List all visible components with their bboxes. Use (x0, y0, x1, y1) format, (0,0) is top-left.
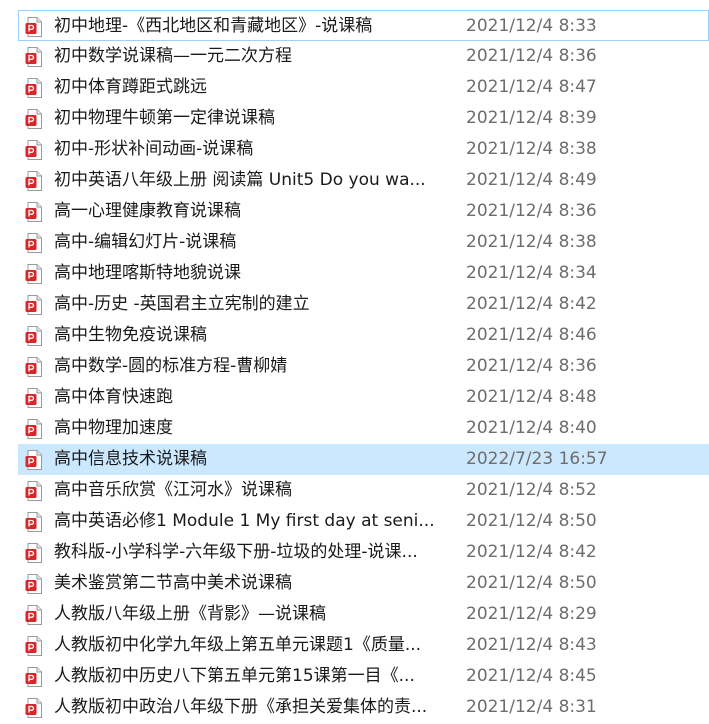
file-row[interactable]: 高中-历史 -英国君主立宪制的建立 2021/12/4 8:42 (0, 289, 709, 320)
file-name: 高中地理喀斯特地貌说课 (54, 263, 241, 283)
file-name: 高中-编辑幻灯片-说课稿 (54, 232, 237, 252)
file-name: 人教版八年级上册《背影》—说课稿 (54, 604, 326, 624)
file-name: 人教版初中历史八下第五单元第15课第一目《... (54, 666, 415, 686)
file-name: 高一心理健康教育说课稿 (54, 201, 241, 221)
file-date-modified: 2021/12/4 8:46 (466, 325, 597, 345)
pdf-icon (25, 109, 42, 129)
file-row[interactable]: 高中数学-圆的标准方程-曹柳婧 2021/12/4 8:36 (0, 351, 709, 382)
pdf-icon (25, 264, 42, 284)
file-row[interactable]: 初中-形状补间动画-说课稿 2021/12/4 8:38 (0, 134, 709, 165)
file-date-modified: 2021/12/4 8:50 (466, 573, 597, 593)
file-name: 初中体育蹲距式跳远 (54, 77, 207, 97)
file-date-modified: 2021/12/4 8:47 (466, 77, 597, 97)
pdf-icon (25, 450, 42, 470)
file-date-modified: 2021/12/4 8:39 (466, 108, 597, 128)
pdf-icon (25, 698, 42, 718)
pdf-icon (25, 512, 42, 532)
pdf-icon (25, 17, 42, 37)
file-name: 人教版初中政治八年级下册《承担关爱集体的责... (54, 697, 428, 717)
file-name: 高中-历史 -英国君主立宪制的建立 (54, 294, 310, 314)
pdf-icon (25, 667, 42, 687)
pdf-icon (25, 326, 42, 346)
file-row[interactable]: 初中体育蹲距式跳远 2021/12/4 8:47 (0, 72, 709, 103)
file-name: 高中信息技术说课稿 (54, 449, 207, 469)
pdf-icon (25, 357, 42, 377)
file-name: 初中物理牛顿第一定律说课稿 (54, 108, 275, 128)
file-row[interactable]: 人教版初中历史八下第五单元第15课第一目《... 2021/12/4 8:45 (0, 661, 709, 692)
file-date-modified: 2021/12/4 8:29 (466, 604, 597, 624)
file-name: 高中音乐欣赏《江河水》说课稿 (54, 480, 292, 500)
file-date-modified: 2021/12/4 8:48 (466, 387, 597, 407)
file-name: 初中-形状补间动画-说课稿 (54, 139, 254, 159)
file-row[interactable]: 美术鉴赏第二节高中美术说课稿 2021/12/4 8:50 (0, 568, 709, 599)
file-name: 初中地理-《西北地区和青藏地区》-说课稿 (54, 16, 373, 36)
file-name: 高中数学-圆的标准方程-曹柳婧 (54, 356, 288, 376)
file-date-modified: 2021/12/4 8:36 (466, 356, 597, 376)
file-row[interactable]: 高一心理健康教育说课稿 2021/12/4 8:36 (0, 196, 709, 227)
pdf-icon (25, 78, 42, 98)
pdf-icon (25, 233, 42, 253)
file-date-modified: 2021/12/4 8:42 (466, 542, 597, 562)
pdf-icon (25, 47, 42, 67)
pdf-icon (25, 295, 42, 315)
file-row[interactable]: 高中物理加速度 2021/12/4 8:40 (0, 413, 709, 444)
file-name: 教科版-小学科学-六年级下册-垃圾的处理-说课... (54, 542, 418, 562)
file-name: 高中物理加速度 (54, 418, 173, 438)
file-row[interactable]: 初中物理牛顿第一定律说课稿 2021/12/4 8:39 (0, 103, 709, 134)
file-date-modified: 2021/12/4 8:38 (466, 232, 597, 252)
file-date-modified: 2021/12/4 8:40 (466, 418, 597, 438)
file-date-modified: 2021/12/4 8:42 (466, 294, 597, 314)
file-name: 初中英语八年级上册 阅读篇 Unit5 Do you wa... (54, 170, 426, 190)
file-date-modified: 2021/12/4 8:36 (466, 46, 597, 66)
file-name: 高中体育快速跑 (54, 387, 173, 407)
file-row[interactable]: 人教版八年级上册《背影》—说课稿 2021/12/4 8:29 (0, 599, 709, 630)
file-row[interactable]: 初中地理-《西北地区和青藏地区》-说课稿 2021/12/4 8:33 (18, 10, 709, 41)
pdf-icon (25, 574, 42, 594)
pdf-icon (25, 636, 42, 656)
file-name: 高中英语必修1 Module 1 My first day at seni... (54, 511, 435, 531)
file-date-modified: 2021/12/4 8:33 (466, 16, 597, 36)
file-row[interactable]: 高中体育快速跑 2021/12/4 8:48 (0, 382, 709, 413)
file-date-modified: 2021/12/4 8:36 (466, 201, 597, 221)
file-date-modified: 2021/12/4 8:50 (466, 511, 597, 531)
pdf-icon (25, 481, 42, 501)
file-row[interactable]: 高中-编辑幻灯片-说课稿 2021/12/4 8:38 (0, 227, 709, 258)
file-list[interactable]: 初中地理-《西北地区和青藏地区》-说课稿 2021/12/4 8:33 初中数学… (0, 10, 709, 723)
file-row[interactable]: 教科版-小学科学-六年级下册-垃圾的处理-说课... 2021/12/4 8:4… (0, 537, 709, 568)
pdf-icon (25, 419, 42, 439)
file-row[interactable]: 高中英语必修1 Module 1 My first day at seni...… (0, 506, 709, 537)
file-date-modified: 2021/12/4 8:38 (466, 139, 597, 159)
file-row[interactable]: 高中地理喀斯特地貌说课 2021/12/4 8:34 (0, 258, 709, 289)
file-date-modified: 2021/12/4 8:31 (466, 697, 597, 717)
pdf-icon (25, 543, 42, 563)
file-date-modified: 2021/12/4 8:49 (466, 170, 597, 190)
file-row[interactable]: 高中信息技术说课稿 2022/7/23 16:57 (18, 444, 709, 475)
file-row[interactable]: 高中音乐欣赏《江河水》说课稿 2021/12/4 8:52 (0, 475, 709, 506)
pdf-icon (25, 605, 42, 625)
pdf-icon (25, 171, 42, 191)
pdf-icon (25, 202, 42, 222)
file-date-modified: 2021/12/4 8:45 (466, 666, 597, 686)
file-row[interactable]: 高中生物免疫说课稿 2021/12/4 8:46 (0, 320, 709, 351)
file-date-modified: 2021/12/4 8:52 (466, 480, 597, 500)
file-row[interactable]: 初中英语八年级上册 阅读篇 Unit5 Do you wa... 2021/12… (0, 165, 709, 196)
file-name: 初中数学说课稿—一元二次方程 (54, 46, 292, 66)
file-date-modified: 2022/7/23 16:57 (466, 449, 608, 469)
file-date-modified: 2021/12/4 8:43 (466, 635, 597, 655)
file-name: 人教版初中化学九年级上第五单元课题1《质量... (54, 635, 422, 655)
file-row[interactable]: 人教版初中政治八年级下册《承担关爱集体的责... 2021/12/4 8:31 (0, 692, 709, 723)
file-name: 美术鉴赏第二节高中美术说课稿 (54, 573, 292, 593)
file-name: 高中生物免疫说课稿 (54, 325, 207, 345)
file-row[interactable]: 人教版初中化学九年级上第五单元课题1《质量... 2021/12/4 8:43 (0, 630, 709, 661)
file-date-modified: 2021/12/4 8:34 (466, 263, 597, 283)
file-row[interactable]: 初中数学说课稿—一元二次方程 2021/12/4 8:36 (0, 41, 709, 72)
pdf-icon (25, 388, 42, 408)
pdf-icon (25, 140, 42, 160)
